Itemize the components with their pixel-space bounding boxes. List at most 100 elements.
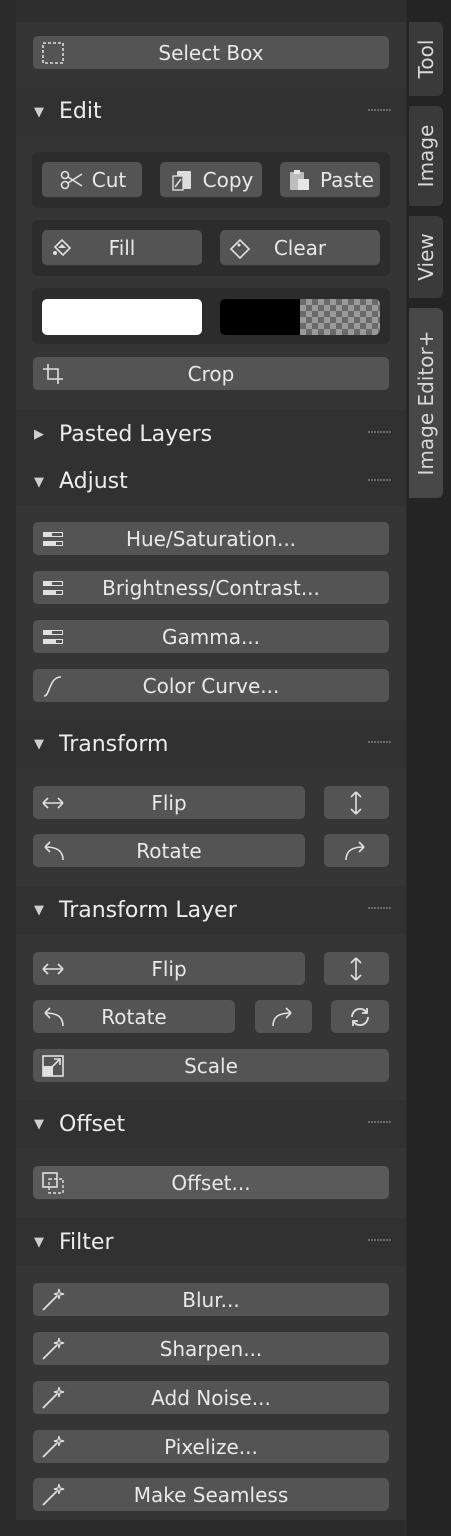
vertical-arrows-icon	[343, 956, 369, 982]
transform-title: Transform	[59, 732, 169, 757]
make-seamless-button[interactable]: Make Seamless	[33, 1478, 389, 1512]
rotate-label: Rotate	[136, 839, 202, 863]
layer-rotate-right-button[interactable]	[255, 1000, 312, 1034]
pixelize-button[interactable]: Pixelize...	[33, 1430, 389, 1464]
rotate-right-button[interactable]	[324, 834, 389, 868]
drag-grip-icon[interactable]	[368, 431, 392, 437]
transform-body: Flip Rotate	[16, 768, 406, 886]
sharpen-label: Sharpen...	[159, 1337, 263, 1361]
adjust-title: Adjust	[59, 469, 128, 494]
offset-button[interactable]: Offset...	[33, 1166, 389, 1200]
scissors-icon	[58, 167, 84, 193]
scale-button[interactable]: Scale	[33, 1049, 389, 1083]
fill-button[interactable]: Fill	[42, 230, 202, 266]
rotate-left-button[interactable]: Rotate	[33, 834, 305, 868]
background-color-swatch[interactable]	[220, 299, 380, 335]
brightness-contrast-button[interactable]: Brightness/Contrast...	[33, 571, 389, 605]
hue-saturation-button[interactable]: Hue/Saturation...	[33, 522, 389, 556]
transform-layer-header[interactable]: ▼ Transform Layer	[16, 886, 406, 934]
expanded-arrow-icon: ▼	[34, 475, 44, 490]
offset-header[interactable]: ▼ Offset	[16, 1100, 406, 1148]
tab-image-editor-plus-label: Image Editor+	[414, 330, 438, 476]
filter-body: Blur... Sharpen... Add Noise... Pixelize…	[16, 1266, 406, 1520]
copy-button[interactable]: Copy	[160, 162, 262, 198]
paste-button[interactable]: Paste	[280, 162, 380, 198]
tab-view-label: View	[414, 233, 438, 281]
transform-header[interactable]: ▼ Transform	[16, 720, 406, 768]
expanded-arrow-icon: ▼	[34, 1235, 44, 1250]
flip-horizontal-button[interactable]: Flip	[33, 786, 305, 820]
expanded-arrow-icon: ▼	[34, 105, 44, 120]
pixelize-label: Pixelize...	[164, 1435, 258, 1459]
layer-rotate-label: Rotate	[101, 1005, 167, 1029]
drag-grip-icon[interactable]	[368, 479, 392, 485]
drag-grip-icon[interactable]	[368, 109, 392, 115]
paste-label: Paste	[320, 168, 374, 192]
clear-label: Clear	[273, 236, 327, 260]
edit-header[interactable]: ▼ Edit	[16, 88, 406, 136]
alpha-checker	[300, 299, 380, 335]
tab-image[interactable]: Image	[409, 106, 443, 206]
layer-rotate-left-button[interactable]: Rotate	[33, 1000, 235, 1034]
paste-icon	[286, 167, 312, 193]
drag-grip-icon[interactable]	[368, 1239, 392, 1245]
crop-button[interactable]: Crop	[33, 357, 389, 391]
offset-title: Offset	[59, 1112, 126, 1137]
sharpen-button[interactable]: Sharpen...	[33, 1332, 389, 1366]
rotate-cycle-icon	[347, 1004, 373, 1030]
layer-flip-horizontal-button[interactable]: Flip	[33, 952, 305, 986]
scale-label: Scale	[184, 1054, 238, 1078]
hue-saturation-label: Hue/Saturation...	[125, 527, 297, 551]
adjust-header[interactable]: ▼ Adjust	[16, 458, 406, 506]
filter-header[interactable]: ▼ Filter	[16, 1218, 406, 1266]
expanded-arrow-icon: ▼	[34, 903, 44, 918]
drag-grip-icon[interactable]	[368, 741, 392, 747]
layer-rotate-arbitrary-button[interactable]	[331, 1000, 389, 1034]
cut-button[interactable]: Cut	[42, 162, 142, 198]
tab-tool-label: Tool	[414, 39, 438, 79]
drag-grip-icon[interactable]	[368, 907, 392, 913]
tab-image-editor-plus[interactable]: Image Editor+	[409, 308, 443, 498]
crop-label: Crop	[187, 362, 235, 386]
color-curve-button[interactable]: Color Curve...	[33, 669, 389, 703]
tab-view[interactable]: View	[409, 216, 443, 298]
pasted-layers-header[interactable]: ▶ Pasted Layers	[16, 410, 406, 458]
select-box-label: Select Box	[158, 41, 264, 65]
fill-label: Fill	[108, 236, 136, 260]
select-box-button[interactable]: Select Box	[33, 36, 389, 70]
blur-button[interactable]: Blur...	[33, 1283, 389, 1317]
transform-layer-body: Flip Rotate Scale	[16, 934, 406, 1100]
brightness-contrast-label: Brightness/Contrast...	[102, 576, 320, 600]
tool-section: Select Box	[16, 22, 406, 88]
tab-image-label: Image	[414, 124, 438, 188]
layer-flip-label: Flip	[151, 957, 187, 981]
blur-label: Blur...	[182, 1288, 240, 1312]
add-noise-button[interactable]: Add Noise...	[33, 1381, 389, 1415]
adjust-body: Hue/Saturation... Brightness/Contrast...…	[16, 506, 406, 720]
filter-title: Filter	[59, 1230, 114, 1255]
gamma-label: Gamma...	[161, 625, 261, 649]
drag-grip-icon[interactable]	[368, 1121, 392, 1127]
flip-label: Flip	[151, 791, 187, 815]
make-seamless-label: Make Seamless	[133, 1483, 289, 1507]
expanded-arrow-icon: ▼	[34, 1117, 44, 1132]
vertical-arrows-icon	[343, 790, 369, 816]
color-curve-label: Color Curve...	[142, 674, 280, 698]
clear-button[interactable]: Clear	[220, 230, 380, 266]
gamma-button[interactable]: Gamma...	[33, 620, 389, 654]
foreground-color-swatch[interactable]	[42, 299, 202, 335]
offset-label: Offset...	[171, 1171, 251, 1195]
rotate-right-icon	[343, 838, 369, 864]
transform-layer-title: Transform Layer	[59, 898, 237, 923]
edit-title: Edit	[59, 99, 102, 124]
flip-vertical-button[interactable]	[324, 786, 389, 820]
tab-tool[interactable]: Tool	[409, 22, 443, 96]
expanded-arrow-icon: ▼	[34, 737, 44, 752]
edit-body: Cut Copy Paste Fill Clear Crop	[16, 136, 406, 410]
layer-flip-vertical-button[interactable]	[324, 952, 389, 986]
copy-label: Copy	[202, 168, 254, 192]
copy-icon	[169, 167, 195, 193]
pasted-layers-title: Pasted Layers	[59, 422, 213, 447]
offset-body: Offset...	[16, 1148, 406, 1218]
cut-label: Cut	[91, 168, 127, 192]
